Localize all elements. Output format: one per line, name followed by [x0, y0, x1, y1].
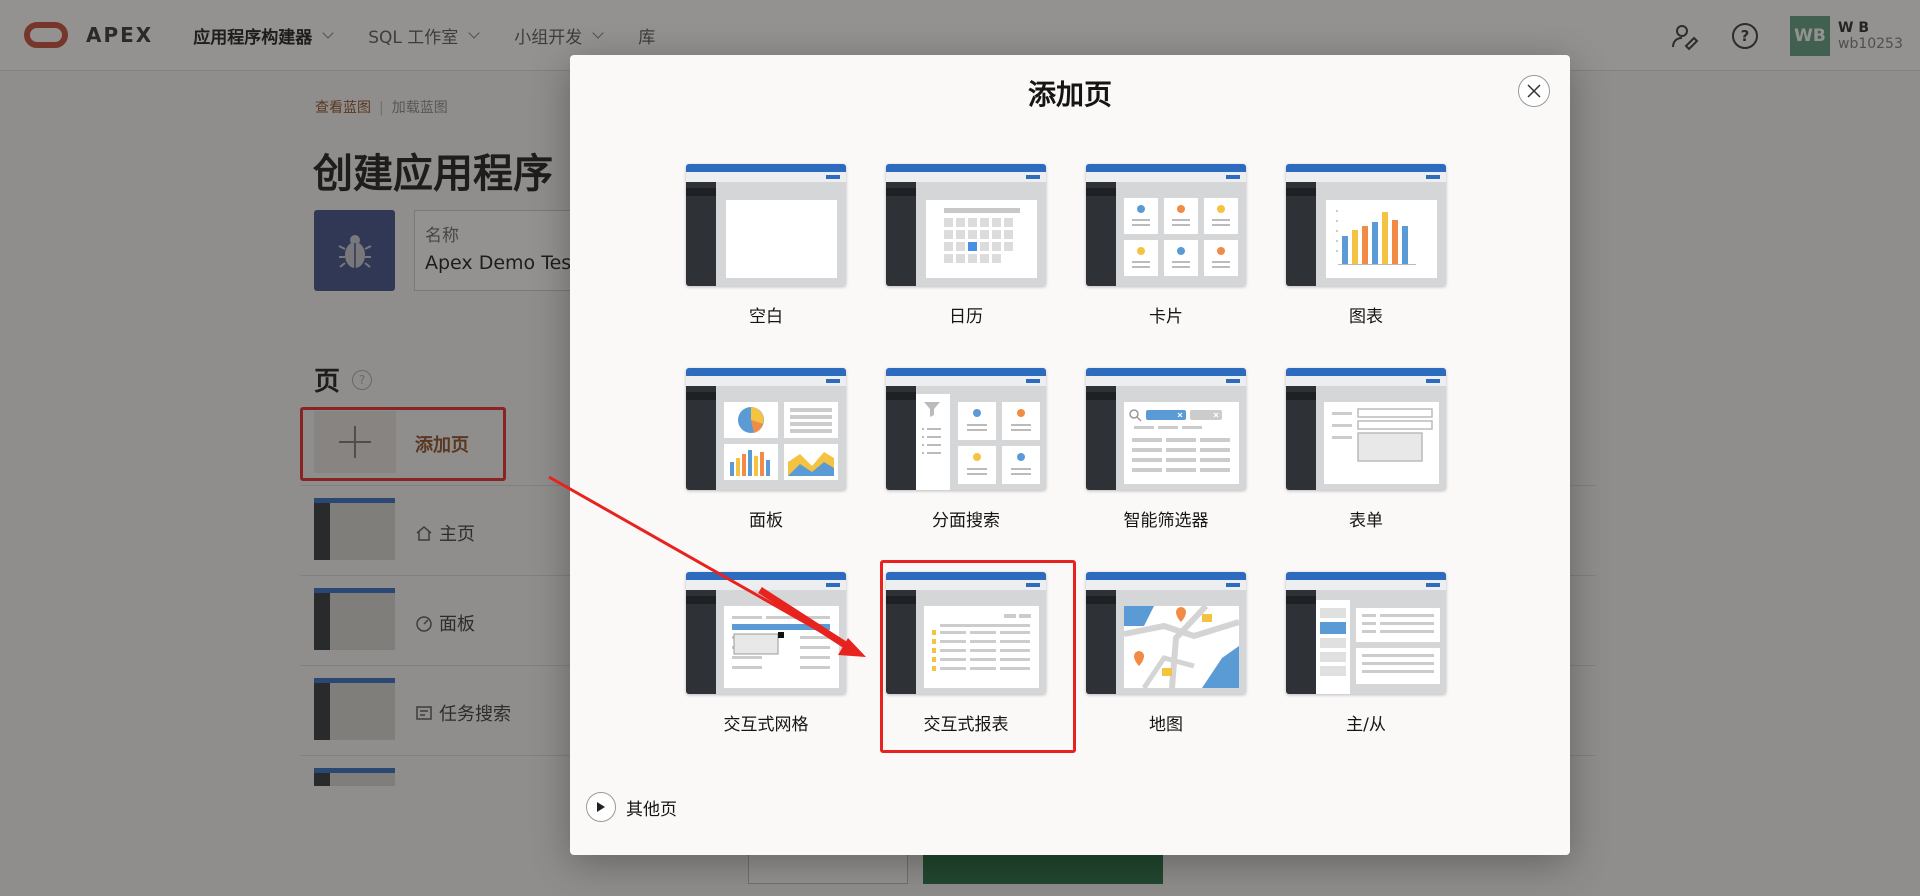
tile-label: 日历 [949, 307, 983, 327]
dialog-title: 添加页 [1027, 78, 1112, 111]
close-button[interactable] [1518, 75, 1550, 107]
tile-label: 交互式网格 [723, 715, 809, 735]
tile-interactive-grid[interactable]: 交互式网格 [684, 572, 848, 735]
blank-page-icon [686, 164, 846, 286]
form-page-icon [1286, 368, 1446, 490]
close-icon [1527, 84, 1541, 98]
tile-cards[interactable]: 卡片 [1084, 164, 1248, 327]
master-detail-page-icon [1286, 572, 1446, 694]
tile-label: 空白 [749, 307, 783, 327]
other-pages-label: 其他页 [626, 799, 677, 820]
interactive-report-highlight [880, 560, 1076, 753]
tile-chart[interactable]: 图表 [1284, 164, 1448, 327]
tile-label: 分面搜索 [932, 511, 1000, 531]
other-pages-toggle[interactable]: 其他页 [586, 792, 677, 822]
tile-dashboard[interactable]: 面板 [684, 368, 848, 531]
tile-smart-filters[interactable]: 智能筛选器 [1084, 368, 1248, 531]
tile-label: 面板 [749, 511, 783, 531]
dashboard-page-icon [686, 368, 846, 490]
tile-form[interactable]: 表单 [1284, 368, 1448, 531]
smart-filters-page-icon [1086, 368, 1246, 490]
tile-master-detail[interactable]: 主/从 [1284, 572, 1448, 735]
tile-label: 主/从 [1346, 715, 1386, 735]
calendar-page-icon [886, 164, 1046, 286]
tile-label: 表单 [1349, 511, 1383, 531]
tile-label: 智能筛选器 [1123, 511, 1209, 531]
chart-page-icon [1286, 164, 1446, 286]
tile-map[interactable]: 地图 [1084, 572, 1248, 735]
tile-label: 图表 [1349, 307, 1383, 327]
tile-faceted-search[interactable]: 分面搜索 [884, 368, 1048, 531]
interactive-grid-page-icon [686, 572, 846, 694]
faceted-search-page-icon [886, 368, 1046, 490]
map-page-icon [1086, 572, 1246, 694]
expand-icon [586, 792, 616, 822]
tile-blank[interactable]: 空白 [684, 164, 848, 327]
tile-calendar[interactable]: 日历 [884, 164, 1048, 327]
tile-label: 卡片 [1149, 307, 1183, 327]
cards-page-icon [1086, 164, 1246, 286]
tile-label: 地图 [1149, 715, 1183, 735]
